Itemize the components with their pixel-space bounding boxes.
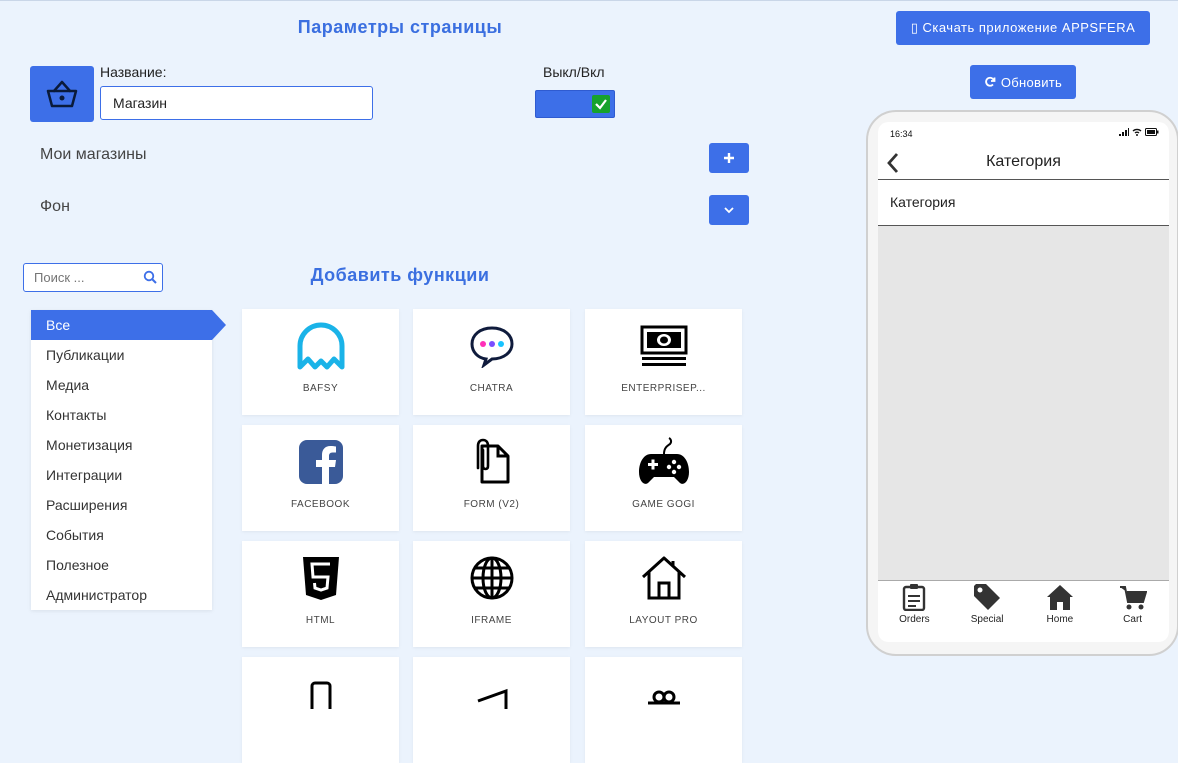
facebook-icon xyxy=(298,440,343,484)
enable-toggle[interactable] xyxy=(535,90,615,118)
category-item-all[interactable]: Все xyxy=(31,310,226,340)
category-item-integrations[interactable]: Интеграции xyxy=(31,460,212,490)
tab-label: Cart xyxy=(1123,614,1143,625)
name-label: Название: xyxy=(100,64,167,80)
feature-card-bafsy[interactable]: BAFSY xyxy=(242,309,399,415)
signal-icon xyxy=(1119,128,1129,136)
megaphone-icon xyxy=(476,688,507,709)
feature-card-html[interactable]: HTML xyxy=(242,541,399,647)
feature-name: GAME GOGI xyxy=(632,499,695,510)
feature-name: ENTERPRISEP... xyxy=(621,383,706,394)
category-item-extensions[interactable]: Расширения xyxy=(31,490,212,520)
basket-icon xyxy=(46,80,78,108)
feature-card-chatra[interactable]: CHATRA xyxy=(413,309,570,415)
feature-card-facebook[interactable]: FACEBOOK xyxy=(242,425,399,531)
phone-screen: 16:34 Категория Категория Orders Special xyxy=(878,122,1169,642)
tab-special[interactable]: Special xyxy=(951,581,1024,642)
category-item-media[interactable]: Медиа xyxy=(31,370,212,400)
search-icon[interactable] xyxy=(143,270,157,284)
feature-card-form[interactable]: FORM (V2) xyxy=(413,425,570,531)
feature-name: BAFSY xyxy=(302,383,339,394)
bafsy-icon xyxy=(297,322,344,370)
my-stores-label: Мои магазины xyxy=(40,146,147,163)
category-item-admin[interactable]: Администратор xyxy=(31,580,212,610)
chevron-down-icon xyxy=(724,207,734,214)
page-title: Параметры страницы xyxy=(297,17,503,37)
category-item-contacts[interactable]: Контакты xyxy=(31,400,212,430)
form-icon xyxy=(476,438,509,484)
phone-row-label: Категория xyxy=(890,194,956,210)
download-app-button[interactable]: ▯ Скачать приложение APPSFERA xyxy=(896,11,1150,45)
phone-tab-bar: Orders Special Home Cart xyxy=(878,580,1169,642)
feature-name: FACEBOOK xyxy=(290,499,350,510)
phone-navbar: Категория xyxy=(878,146,1169,180)
refresh-icon xyxy=(985,76,996,87)
tab-cart[interactable]: Cart xyxy=(1096,581,1169,642)
tab-label: Special xyxy=(970,614,1004,625)
feature-card-partial[interactable] xyxy=(585,657,742,763)
phone-nav-title: Категория xyxy=(986,153,1061,170)
phone-list-row[interactable]: Категория xyxy=(878,180,1169,226)
category-item-useful[interactable]: Полезное xyxy=(31,550,212,580)
category-item-publications[interactable]: Публикации xyxy=(31,340,212,370)
tab-label: Orders xyxy=(899,614,930,625)
money-icon xyxy=(640,325,687,366)
feature-card-game-gogi[interactable]: GAME GOGI xyxy=(585,425,742,531)
tab-home[interactable]: Home xyxy=(1024,581,1097,642)
feature-name: IFRAME xyxy=(471,615,512,626)
refresh-button[interactable]: Обновить xyxy=(970,65,1076,99)
feature-name: CHATRA xyxy=(469,383,514,394)
gift-icon xyxy=(647,690,680,705)
feature-name: LAYOUT PRO xyxy=(629,615,698,626)
feature-name: HTML xyxy=(305,615,336,626)
phone-preview: 16:34 Категория Категория Orders Special xyxy=(866,110,1178,656)
globe-icon xyxy=(470,556,513,600)
checkmark-icon xyxy=(592,95,610,113)
search-box[interactable] xyxy=(23,263,163,292)
page-icon-button[interactable] xyxy=(30,66,94,122)
feature-card-iframe[interactable]: IFRAME xyxy=(413,541,570,647)
add-functions-title: Добавить функции xyxy=(310,265,490,285)
chatra-icon xyxy=(469,326,514,368)
gamepad-icon xyxy=(638,437,689,484)
category-item-events[interactable]: События xyxy=(31,520,212,550)
feature-card-partial[interactable] xyxy=(242,657,399,763)
tag-icon xyxy=(974,584,1001,610)
search-input[interactable] xyxy=(34,270,139,285)
background-label: Фон xyxy=(40,198,70,215)
name-input[interactable] xyxy=(100,86,373,120)
status-bar: 16:34 xyxy=(878,122,1169,146)
category-list: Все Публикации Медиа Контакты Монетизаци… xyxy=(31,310,226,610)
top-divider xyxy=(0,0,1178,1)
house-icon xyxy=(1046,585,1073,610)
phone-icon xyxy=(310,681,331,709)
feature-card-partial[interactable] xyxy=(413,657,570,763)
feature-name: FORM (V2) xyxy=(463,499,520,510)
home-icon xyxy=(641,556,686,600)
status-icons xyxy=(1119,128,1159,136)
add-store-button[interactable] xyxy=(709,143,749,173)
clipboard-icon xyxy=(903,584,926,611)
tab-orders[interactable]: Orders xyxy=(878,581,951,642)
refresh-label: Обновить xyxy=(1000,74,1063,90)
feature-card-layout-pro[interactable]: LAYOUT PRO xyxy=(585,541,742,647)
tab-label: Home xyxy=(1046,614,1074,625)
background-expand-button[interactable] xyxy=(709,195,749,225)
battery-icon xyxy=(1145,128,1159,136)
html5-icon xyxy=(302,557,339,600)
toggle-label: Выкл/Вкл xyxy=(543,64,605,80)
feature-card-enterprisep[interactable]: ENTERPRISEP... xyxy=(585,309,742,415)
cart-icon xyxy=(1119,586,1147,610)
plus-icon xyxy=(724,153,734,163)
status-time: 16:34 xyxy=(890,129,913,139)
wifi-icon xyxy=(1132,128,1142,136)
category-item-monetization[interactable]: Монетизация xyxy=(31,430,212,460)
